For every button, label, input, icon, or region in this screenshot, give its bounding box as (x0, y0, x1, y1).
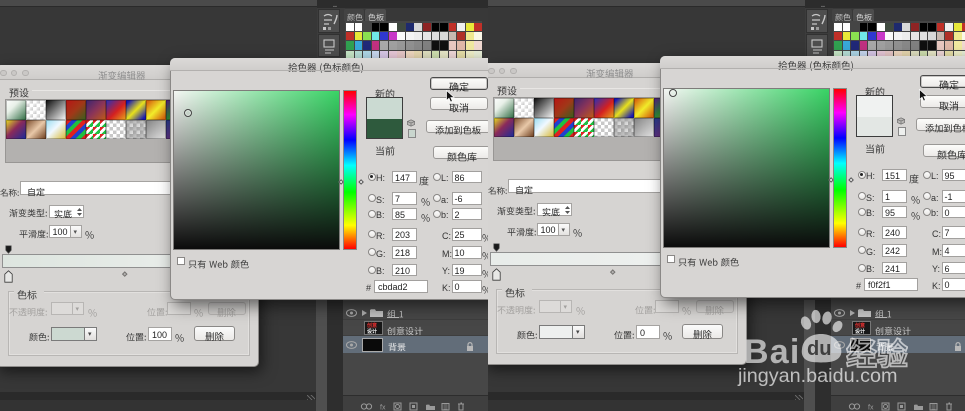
svg-text:fx: fx (868, 405, 874, 411)
svg-text:fx: fx (380, 405, 386, 411)
